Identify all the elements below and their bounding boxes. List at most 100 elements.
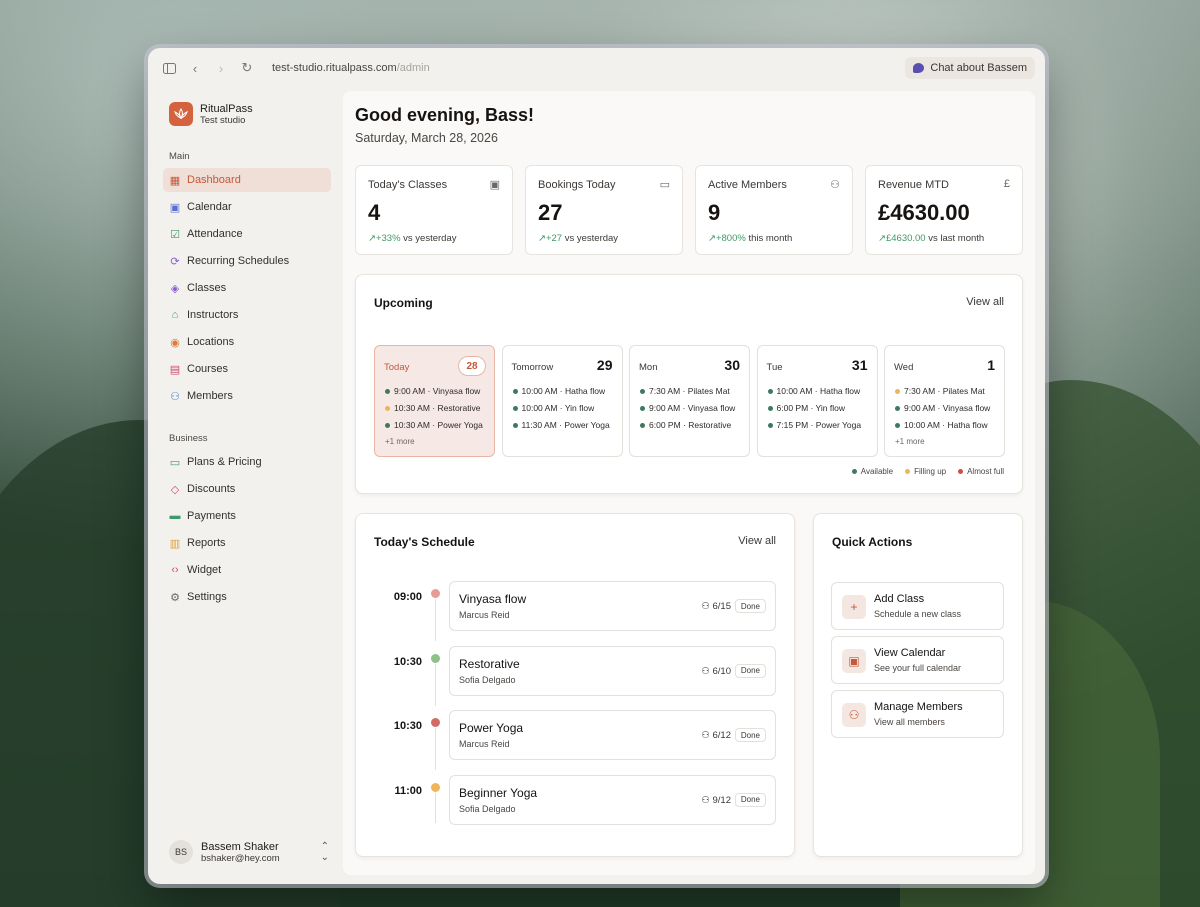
forward-icon[interactable]: ›	[212, 59, 230, 77]
upcoming-event[interactable]: 11:30 AM · Power Yoga	[512, 420, 610, 430]
instructor-name: Sofia Delgado	[459, 674, 516, 685]
dashboard-icon: ▦	[169, 174, 181, 187]
upcoming-event[interactable]: 9:00 AM · Vinyasa flow	[385, 386, 480, 396]
upcoming-day-card[interactable]: Tomorrow 29 10:00 AM · Hatha flow 10:00 AM …	[501, 345, 623, 457]
sidebar-item-label: Classes	[187, 282, 227, 294]
sidebar-item-widget[interactable]: ‹› Widget	[163, 558, 331, 582]
chat-bubble-icon	[913, 63, 925, 73]
more-events-link[interactable]: +1 more	[895, 437, 925, 446]
sidebar-item-recurring-schedules[interactable]: ⟳ Recurring Schedules	[163, 249, 331, 273]
sidebar-item-reports[interactable]: ▥ Reports	[163, 531, 331, 555]
upcoming-event[interactable]: 6:00 PM · Restorative	[640, 420, 731, 430]
upcoming-event[interactable]: 9:00 AM · Vinyasa flow	[895, 403, 990, 413]
sidebar-item-label: Attendance	[187, 228, 243, 240]
class-name: Beginner Yoga	[459, 785, 538, 800]
chat-button[interactable]: Chat about Bassem	[905, 57, 1035, 79]
schedule-row: 11:00 Beginner Yoga Sofia Delgado ⚇ 9/12 Don…	[374, 774, 776, 833]
section-label-main: Main	[169, 151, 190, 162]
upcoming-event[interactable]: 10:30 AM · Power Yoga	[385, 420, 483, 430]
upcoming-event[interactable]: 6:00 PM · Yin flow	[767, 403, 845, 413]
sidebar-item-label: Settings	[187, 591, 227, 603]
upcoming-view-all-link[interactable]: View all	[966, 296, 1004, 308]
sidebar-item-discounts[interactable]: ◇ Discounts	[163, 477, 331, 501]
sidebar-item-attendance[interactable]: ☑ Attendance	[163, 222, 331, 246]
browser-toolbar: ‹ › ↻ test-studio.ritualpass.com/admin C…	[148, 48, 1045, 88]
clipboard-check-icon: ☑	[170, 228, 180, 241]
upcoming-day-card[interactable]: Wed 1 7:30 AM · Pilates Mat 9:00 AM · Vinya…	[884, 345, 1005, 457]
status-dot	[640, 388, 645, 394]
quick-action-subtitle: See your full calendar	[874, 663, 962, 673]
sidebar-item-settings[interactable]: ⚙ Settings	[163, 585, 331, 609]
stat-card: Today's Classes ▣ 4 ↗+33% vs yesterday	[355, 165, 513, 255]
back-icon[interactable]: ‹	[186, 59, 204, 77]
trend-up-icon: ↗	[878, 233, 886, 244]
status-badge: Done	[734, 599, 766, 613]
attendee-count: ⚇ 9/12	[701, 794, 731, 806]
schedule-view-all-link[interactable]: View all	[738, 535, 776, 547]
stat-card: Active Members ⚇ 9 ↗+800% this month	[695, 165, 853, 255]
status-dot	[385, 388, 390, 394]
status-badge: Done	[734, 792, 766, 807]
sidebar-toggle-icon[interactable]	[160, 59, 178, 77]
quick-action-add-class[interactable]: + Add Class Schedule a new class	[831, 582, 1004, 630]
upcoming-day-card[interactable]: Mon 30 7:30 AM · Pilates Mat 9:00 AM · Viny…	[629, 345, 750, 457]
address-bar[interactable]: test-studio.ritualpass.com/admin	[272, 62, 430, 74]
upcoming-event[interactable]: 10:00 AM · Yin flow	[512, 403, 594, 413]
quick-action-manage-members[interactable]: ⚇ Manage Members View all members	[831, 690, 1004, 738]
ticket-icon: ▭	[659, 179, 670, 191]
day-name: Wed	[894, 362, 914, 373]
class-name: Vinyasa flow	[459, 592, 527, 606]
upcoming-event[interactable]: 10:00 AM · Hatha flow	[895, 420, 988, 430]
sidebar-item-label: Widget	[187, 564, 222, 576]
sidebar-item-members[interactable]: ⚇ Members	[163, 384, 331, 408]
sidebar-item-courses[interactable]: ▤ Courses	[163, 357, 331, 381]
schedule-class-card[interactable]: Beginner Yoga Sofia Delgado ⚇ 9/12 Done	[449, 774, 776, 825]
upcoming-event[interactable]: 7:30 AM · Pilates Mat	[895, 386, 985, 396]
sidebar-item-plans-pricing[interactable]: ▭ Plans & Pricing	[163, 450, 331, 474]
plus-icon: +	[842, 595, 866, 619]
legend-filling: Filling up	[905, 467, 946, 476]
chevron-up-down-icon: ⌃ ⌄	[320, 841, 329, 863]
stat-change: ↗+27 vs yesterday	[538, 233, 619, 244]
upcoming-event[interactable]: 7:30 AM · Pilates Mat	[640, 386, 730, 396]
browser-window: ‹ › ↻ test-studio.ritualpass.com/admin C…	[148, 48, 1045, 884]
schedule-row: 10:30 Power Yoga Marcus Reid ⚇ 6/12 Done	[374, 710, 776, 770]
sidebar-item-label: Locations	[187, 336, 235, 348]
more-events-link[interactable]: +1 more	[385, 437, 415, 446]
sidebar-item-label: Discounts	[187, 483, 236, 495]
upcoming-day-card[interactable]: Tue 31 10:00 AM · Hatha flow 6:00 PM · Yin …	[756, 345, 878, 457]
day-name: Tomorrow	[511, 362, 554, 373]
sidebar-item-calendar[interactable]: ▣ Calendar	[163, 195, 331, 219]
schedule-title: Today's Schedule	[374, 535, 475, 549]
schedule-time: 10:30	[393, 655, 422, 668]
brand[interactable]: RitualPass Test studio	[169, 102, 253, 126]
page-title: Good evening, Bass!	[355, 105, 535, 125]
sidebar-item-payments[interactable]: ▬ Payments	[163, 504, 331, 528]
upcoming-day-card[interactable]: Today 28 9:00 AM · Vinyasa flow 10:30 AM · …	[374, 345, 495, 457]
sidebar-item-classes[interactable]: ◈ Classes	[163, 276, 331, 300]
upcoming-event[interactable]: 10:00 AM · Hatha flow	[767, 386, 860, 396]
quick-action-title: Manage Members	[874, 701, 963, 713]
todays-schedule-card: Today's Schedule View all 09:00 Vinyasa f…	[355, 513, 795, 857]
status-dot	[895, 405, 900, 411]
book-icon: ▤	[169, 363, 181, 376]
status-dot	[767, 388, 773, 394]
reload-icon[interactable]: ↻	[238, 59, 256, 77]
schedule-class-card[interactable]: Vinyasa flow Marcus Reid ⚇ 6/15 Done	[449, 581, 776, 631]
day-number: 30	[724, 357, 740, 373]
sidebar-item-instructors[interactable]: ⌂ Instructors	[163, 303, 331, 327]
stat-value: £4630.00	[878, 200, 970, 225]
upcoming-event[interactable]: 10:00 AM · Hatha flow	[512, 386, 605, 396]
upcoming-event[interactable]: 9:00 AM · Vinyasa flow	[640, 403, 735, 413]
sidebar-item-dashboard[interactable]: ▦ Dashboard	[163, 168, 331, 192]
upcoming-event[interactable]: 10:30 AM · Restorative	[385, 403, 480, 413]
user-menu[interactable]: BS Bassem Shaker bshaker@hey.com ⌃ ⌄	[169, 840, 329, 864]
schedule-class-card[interactable]: Power Yoga Marcus Reid ⚇ 6/12 Done	[449, 710, 776, 760]
users-icon: ⚇	[842, 703, 866, 727]
quick-action-view-calendar[interactable]: ▣ View Calendar See your full calendar	[831, 636, 1004, 684]
schedule-class-card[interactable]: Restorative Sofia Delgado ⚇ 6/10 Done	[449, 645, 776, 696]
sidebar-item-locations[interactable]: ◉ Locations	[163, 330, 331, 354]
upcoming-event[interactable]: 7:15 PM · Power Yoga	[767, 420, 861, 430]
stat-label: Revenue MTD	[878, 179, 949, 191]
stat-card: Revenue MTD £ £4630.00 ↗£4630.00 vs last mo…	[865, 165, 1023, 255]
